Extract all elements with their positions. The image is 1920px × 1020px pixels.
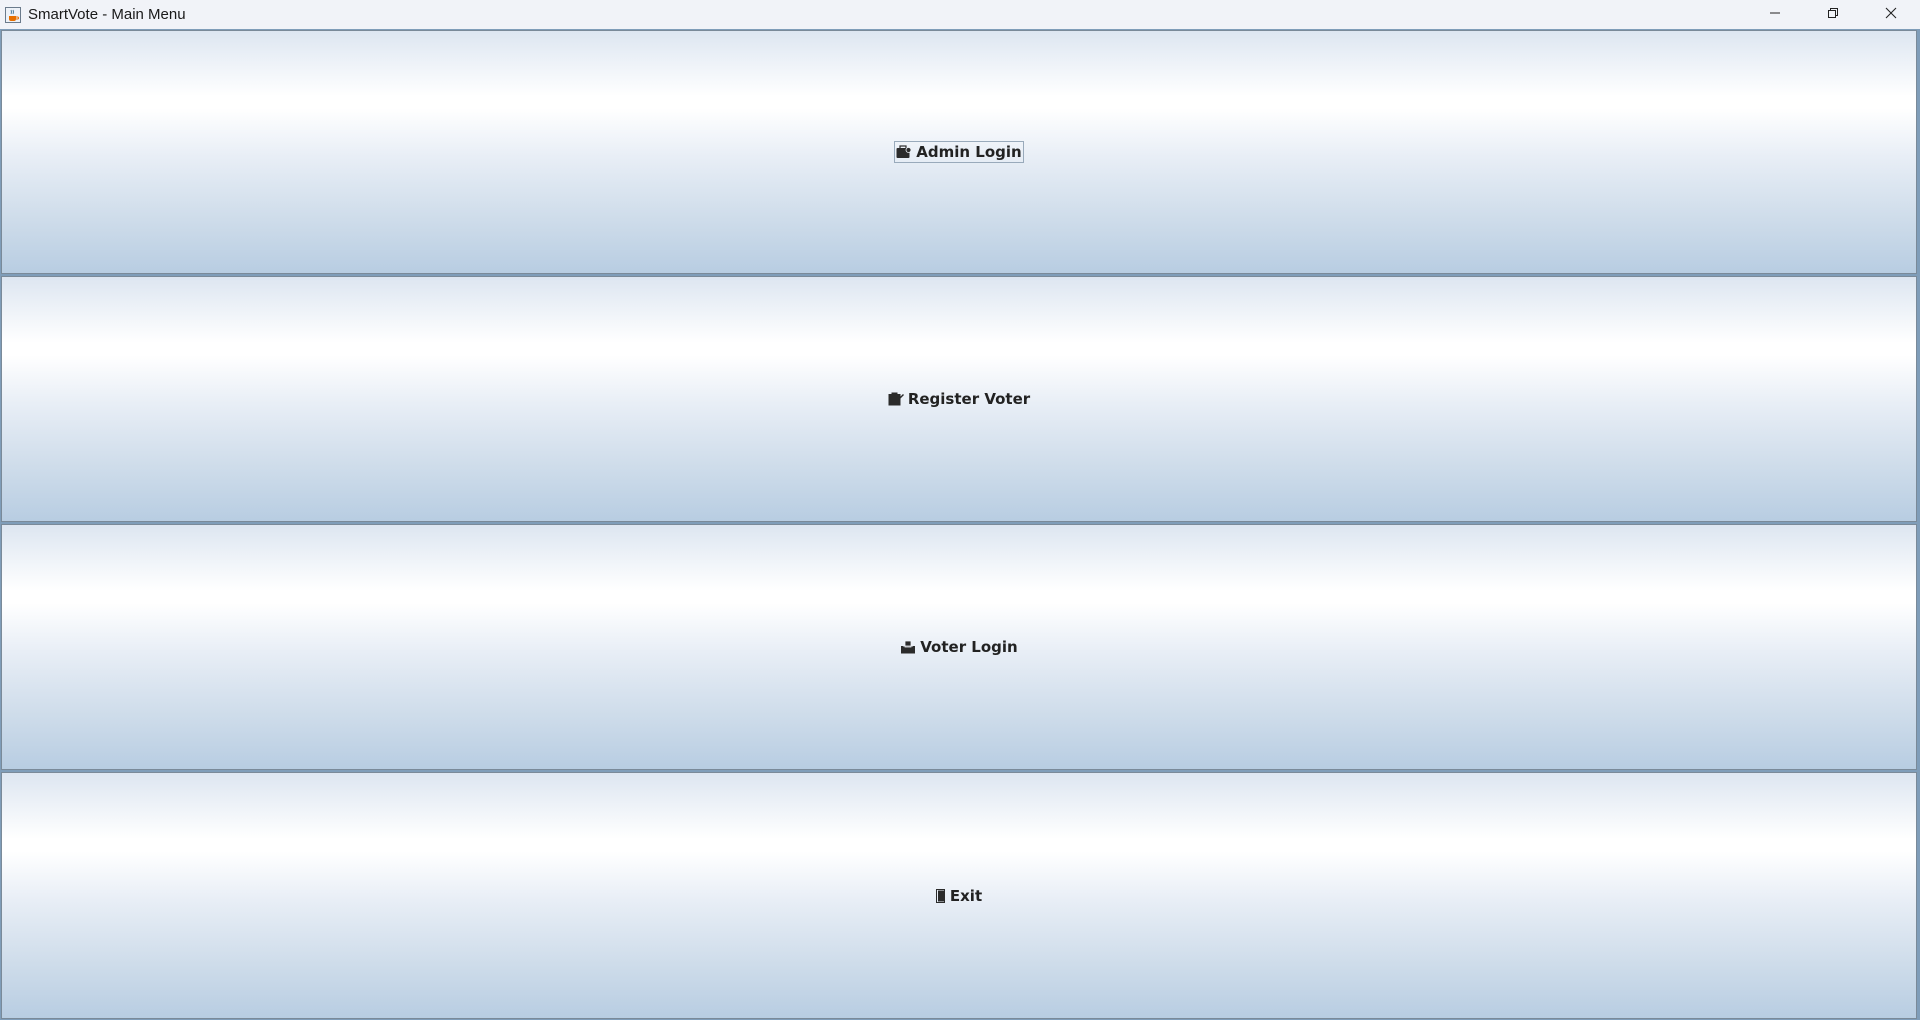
register-voter-button[interactable]: Register Voter	[1, 276, 1917, 522]
admin-login-content: Admin Login	[894, 141, 1024, 163]
exit-content: Exit	[935, 886, 983, 906]
exit-button[interactable]: Exit	[1, 772, 1917, 1019]
window-controls	[1746, 0, 1920, 29]
minimize-icon	[1769, 6, 1781, 24]
voter-login-button[interactable]: Voter Login	[1, 524, 1917, 770]
app-window: SmartVote - Main Menu Admin Login Regist…	[0, 0, 1920, 1020]
menu-panel: Admin Login Register Voter Voter Login E…	[0, 29, 1920, 1020]
close-button[interactable]	[1862, 0, 1920, 29]
clipboard-icon	[888, 392, 904, 406]
java-cup-icon	[4, 6, 22, 24]
minimize-button[interactable]	[1746, 0, 1804, 29]
admin-login-button[interactable]: Admin Login	[1, 30, 1917, 274]
maximize-button[interactable]	[1804, 0, 1862, 29]
restore-icon	[1827, 6, 1839, 24]
close-icon	[1885, 6, 1897, 24]
exit-label: Exit	[949, 886, 983, 905]
admin-login-label: Admin Login	[916, 143, 1022, 161]
ballot-box-icon	[900, 640, 916, 654]
voter-login-label: Voter Login	[920, 638, 1018, 656]
briefcase-icon	[896, 145, 912, 159]
register-voter-content: Register Voter	[887, 389, 1031, 409]
title-bar[interactable]: SmartVote - Main Menu	[0, 0, 1920, 29]
window-title: SmartVote - Main Menu	[28, 6, 186, 23]
door-icon	[935, 888, 946, 903]
register-voter-label: Register Voter	[907, 390, 1031, 408]
voter-login-content: Voter Login	[899, 637, 1018, 657]
